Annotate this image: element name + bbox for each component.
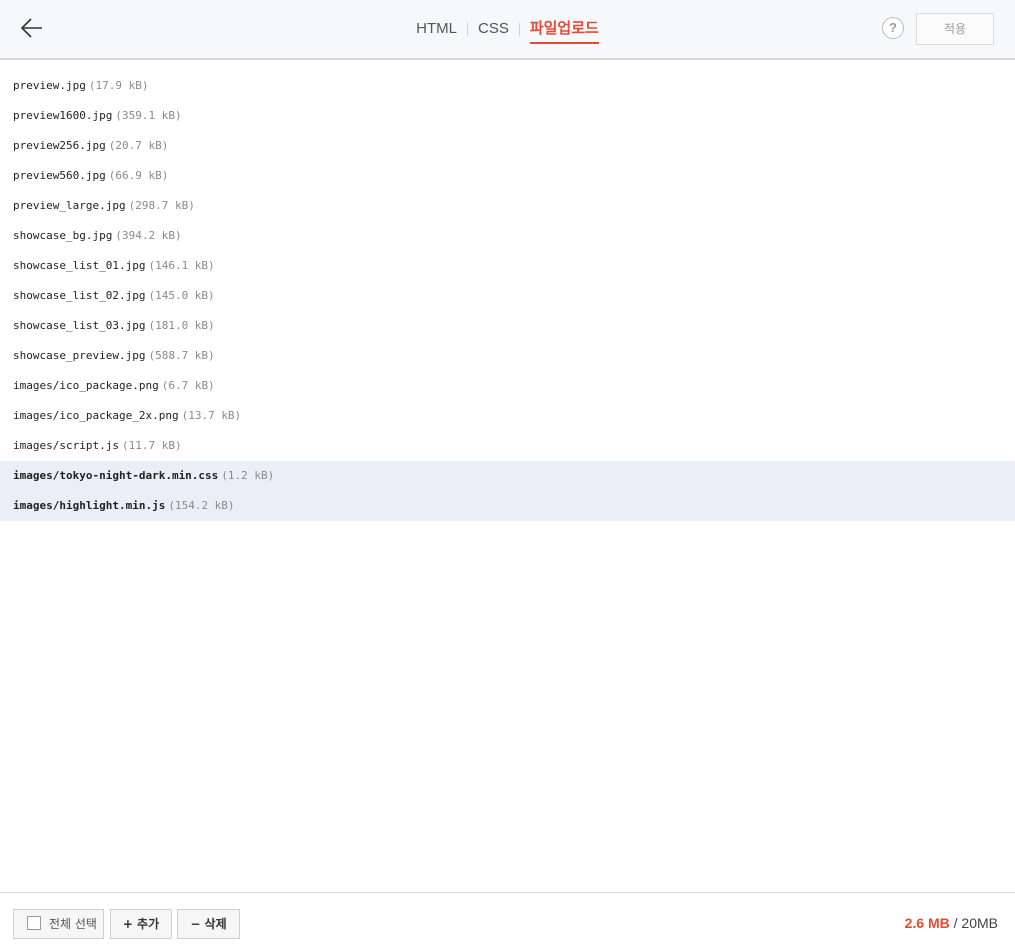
- file-upload-editor: HTML CSS 파일업로드 ? 적용 preview.jpg (17.9 kB)…: [0, 0, 1015, 949]
- file-list-item[interactable]: preview256.jpg (20.7 kB): [0, 131, 1015, 161]
- file-list-item[interactable]: images/script.js (11.7 kB): [0, 431, 1015, 461]
- file-list: preview.jpg (17.9 kB) preview1600.jpg (359.…: [0, 71, 1015, 521]
- file-list-item[interactable]: images/tokyo-night-dark.min.css (1.2 kB): [0, 461, 1015, 491]
- file-name: preview1600.jpg: [13, 109, 113, 122]
- header-bar: HTML CSS 파일업로드 ? 적용: [0, 0, 1015, 60]
- tab-file-upload[interactable]: 파일업로드: [520, 0, 609, 58]
- file-name: images/tokyo-night-dark.min.css: [13, 469, 219, 482]
- file-list-item[interactable]: showcase_list_02.jpg (145.0 kB): [0, 281, 1015, 311]
- help-icon[interactable]: ?: [882, 17, 904, 39]
- file-list-item[interactable]: preview560.jpg (66.9 kB): [0, 161, 1015, 191]
- file-name: showcase_bg.jpg: [13, 229, 113, 242]
- file-name: showcase_preview.jpg: [13, 349, 146, 362]
- file-size: (298.7 kB): [128, 199, 195, 212]
- file-list-item[interactable]: images/highlight.min.js (154.2 kB): [0, 491, 1015, 521]
- file-name: images/script.js: [13, 439, 119, 452]
- file-size: (394.2 kB): [115, 229, 182, 242]
- select-all-button[interactable]: 전체 선택: [13, 909, 104, 939]
- file-list-item[interactable]: showcase_list_03.jpg (181.0 kB): [0, 311, 1015, 341]
- file-name: showcase_list_03.jpg: [13, 319, 146, 332]
- tab-html[interactable]: HTML: [406, 0, 467, 58]
- file-size: (11.7 kB): [121, 439, 182, 452]
- file-name: preview560.jpg: [13, 169, 106, 182]
- file-list-item[interactable]: preview1600.jpg (359.1 kB): [0, 101, 1015, 131]
- file-size: (1.2 kB): [221, 469, 275, 482]
- storage-used: 2.6 MB: [904, 915, 950, 931]
- file-list-item[interactable]: images/ico_package_2x.png (13.7 kB): [0, 401, 1015, 431]
- file-size: (6.7 kB): [161, 379, 215, 392]
- file-size: (181.0 kB): [148, 319, 215, 332]
- editor-tabs: HTML CSS 파일업로드: [0, 0, 1015, 58]
- footer-bar: 전체 선택 + 추가 − 삭제 2.6 MB / 20MB: [0, 892, 1015, 949]
- file-size: (146.1 kB): [148, 259, 215, 272]
- file-name: images/highlight.min.js: [13, 499, 166, 512]
- file-size: (359.1 kB): [115, 109, 182, 122]
- storage-limit: 20MB: [961, 915, 998, 931]
- file-list-item[interactable]: showcase_bg.jpg (394.2 kB): [0, 221, 1015, 251]
- file-name: preview_large.jpg: [13, 199, 126, 212]
- file-list-item[interactable]: showcase_preview.jpg (588.7 kB): [0, 341, 1015, 371]
- file-list-item[interactable]: showcase_list_01.jpg (146.1 kB): [0, 251, 1015, 281]
- file-list-item[interactable]: preview_large.jpg (298.7 kB): [0, 191, 1015, 221]
- file-name: showcase_list_02.jpg: [13, 289, 146, 302]
- select-all-checkbox[interactable]: [27, 916, 41, 930]
- delete-file-button[interactable]: − 삭제: [177, 909, 240, 939]
- add-file-button[interactable]: + 추가: [110, 909, 172, 939]
- file-name: preview.jpg: [13, 79, 86, 92]
- file-size: (17.9 kB): [88, 79, 149, 92]
- select-all-label: 전체 선택: [49, 917, 97, 931]
- tab-css[interactable]: CSS: [468, 0, 519, 58]
- file-name: showcase_list_01.jpg: [13, 259, 146, 272]
- file-size: (145.0 kB): [148, 289, 215, 302]
- file-list-item[interactable]: preview.jpg (17.9 kB): [0, 71, 1015, 101]
- file-size: (66.9 kB): [108, 169, 169, 182]
- file-size: (13.7 kB): [181, 409, 242, 422]
- apply-button[interactable]: 적용: [916, 13, 994, 45]
- file-size: (20.7 kB): [108, 139, 169, 152]
- file-name: preview256.jpg: [13, 139, 106, 152]
- file-name: images/ico_package.png: [13, 379, 159, 392]
- file-size: (154.2 kB): [168, 499, 235, 512]
- file-name: images/ico_package_2x.png: [13, 409, 179, 422]
- storage-usage: 2.6 MB / 20MB: [905, 915, 998, 931]
- file-list-item[interactable]: images/ico_package.png (6.7 kB): [0, 371, 1015, 401]
- file-size: (588.7 kB): [148, 349, 215, 362]
- storage-separator: /: [949, 915, 962, 931]
